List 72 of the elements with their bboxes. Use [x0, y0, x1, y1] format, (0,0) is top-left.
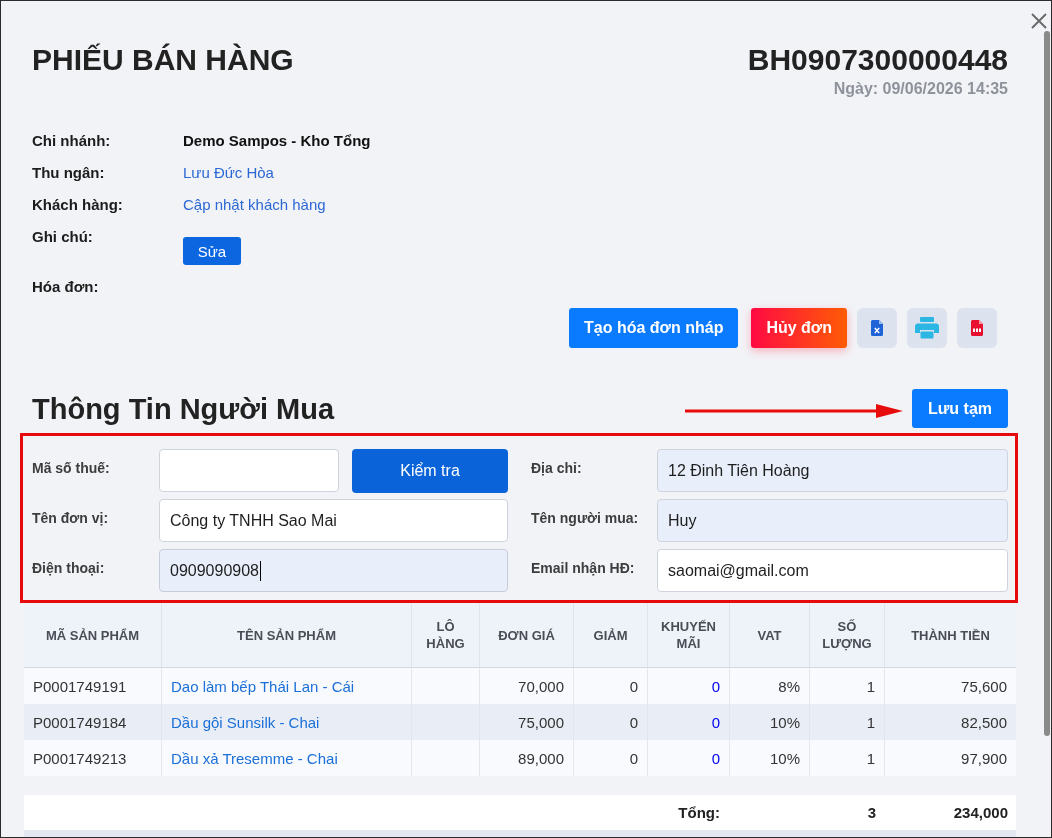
info-link[interactable]: Lưu Đức Hòa — [183, 163, 274, 183]
printer-icon — [915, 317, 939, 339]
input-field[interactable] — [159, 449, 339, 492]
column-header: TÊN SẢN PHẨM — [162, 603, 412, 668]
info-label: Thu ngân: — [32, 163, 105, 183]
column-header: GIẢM — [574, 603, 648, 668]
vat-rate: 10% — [769, 749, 800, 767]
field-label: Mã số thuế: — [32, 460, 110, 476]
scrollbar-thumb[interactable] — [1044, 31, 1050, 736]
vat-rate: 10% — [769, 713, 800, 731]
input-field[interactable]: 0909090908 — [159, 549, 508, 592]
product-link[interactable]: Dầu gội Sunsilk - Chai — [171, 713, 320, 731]
column-header: VAT — [730, 603, 810, 668]
page-title: PHIẾU BÁN HÀNG — [32, 43, 294, 77]
product-code: P0001749184 — [33, 713, 127, 731]
line-total: 97,900 — [961, 749, 1007, 767]
column-header: MÃ SẢN PHẨM — [24, 603, 162, 668]
discount-value: 0 — [629, 749, 638, 767]
export-spreadsheet-button[interactable] — [857, 308, 897, 348]
product-link[interactable]: Dầu xả Tresemme - Chai — [171, 749, 338, 767]
info-label: Khách hàng: — [32, 195, 123, 215]
info-value: Demo Sampos - Kho Tổng — [183, 131, 371, 151]
vat-rate: 8% — [778, 677, 800, 695]
unit-price: 75,000 — [518, 713, 564, 731]
invoice-date: Ngày: 09/06/2026 14:35 — [833, 80, 1008, 98]
total-quantity: 3 — [867, 804, 876, 821]
line-total: 75,600 — [961, 677, 1007, 695]
product-link[interactable]: Dao làm bếp Thái Lan - Cái — [171, 677, 355, 695]
line-total: 82,500 — [961, 713, 1007, 731]
product-code: P0001749213 — [33, 749, 127, 767]
create-draft-button[interactable]: Tạo hóa đơn nháp — [569, 308, 739, 348]
field-label: Điện thoại: — [32, 560, 105, 576]
close-icon[interactable] — [1031, 13, 1047, 29]
input-field[interactable]: Công ty TNHH Sao Mai — [159, 499, 508, 542]
total-label: Tổng: — [678, 804, 720, 821]
field-label: Email nhận HĐ: — [531, 560, 635, 576]
column-header: ĐƠN GIÁ — [480, 603, 574, 668]
column-header: SỐ LƯỢNG — [810, 603, 885, 668]
quantity-value: 1 — [866, 713, 875, 731]
info-label: Ghi chú: — [32, 227, 93, 247]
column-header: KHUYẾN MÃI — [648, 603, 730, 668]
unit-price: 70,000 — [518, 677, 564, 695]
input-field[interactable]: Huy — [657, 499, 1008, 542]
column-header: LÔ HÀNG — [412, 603, 480, 668]
info-label: Hóa đơn: — [32, 277, 99, 297]
column-header: THÀNH TIỀN — [885, 603, 1016, 668]
document-file-icon — [971, 320, 983, 336]
edit-button[interactable]: Sửa — [183, 237, 241, 265]
discount-value: 0 — [629, 713, 638, 731]
invoice-code: BH0907300000448 — [747, 43, 1008, 77]
info-label: Chi nhánh: — [32, 131, 111, 151]
discount-value: 0 — [629, 677, 638, 695]
quantity-value: 1 — [866, 677, 875, 695]
section-title: Thông Tin Người Mua — [32, 391, 335, 426]
export-document-button[interactable] — [957, 308, 997, 348]
promotion-value: 0 — [711, 749, 720, 767]
product-code: P0001749191 — [33, 677, 127, 695]
cancel-order-button[interactable]: Hủy đơn — [751, 308, 847, 348]
check-button[interactable]: Kiểm tra — [352, 449, 508, 493]
info-link[interactable]: Cập nhật khách hàng — [183, 195, 326, 215]
spreadsheet-file-icon — [871, 320, 883, 336]
save-draft-button[interactable]: Lưu tạm — [911, 389, 1008, 428]
total-amount: 234,000 — [953, 804, 1008, 821]
quantity-value: 1 — [866, 749, 875, 767]
field-label: Địa chỉ: — [531, 460, 582, 476]
input-field[interactable]: saomai@gmail.com — [657, 549, 1008, 592]
field-label: Tên đơn vị: — [32, 510, 109, 526]
field-label: Tên người mua: — [531, 510, 639, 526]
input-field[interactable]: 12 Đinh Tiên Hoàng — [657, 449, 1008, 492]
promotion-value: 0 — [711, 713, 720, 731]
promotion-value: 0 — [711, 677, 720, 695]
unit-price: 89,000 — [518, 749, 564, 767]
